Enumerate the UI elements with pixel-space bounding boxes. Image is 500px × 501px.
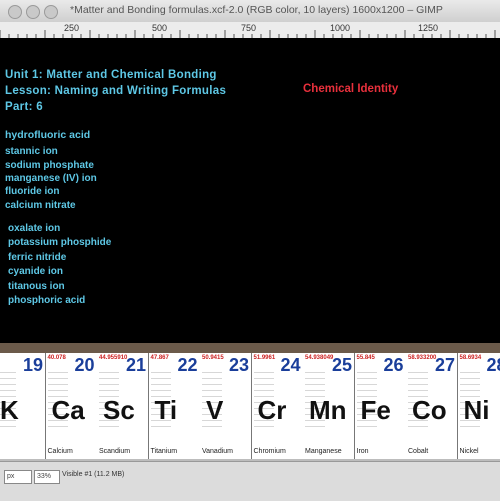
- element-mass: 50.9415: [202, 355, 224, 361]
- slide-heading-part: Part: 6: [5, 101, 43, 113]
- element-name: Manganese: [305, 448, 342, 455]
- ruler-label: 1000: [330, 23, 350, 33]
- element-cell: 40.078 20 Ca Calcium: [46, 353, 98, 459]
- element-mass: 47.867: [151, 355, 169, 361]
- element-mass: 55.845: [357, 355, 375, 361]
- close-window-button[interactable]: [8, 5, 22, 19]
- window-titlebar: *Matter and Bonding formulas.xcf-2.0 (RG…: [0, 0, 500, 23]
- element-symbol: Ni: [464, 395, 490, 426]
- ruler-label: 750: [241, 23, 256, 33]
- element-symbol: Co: [412, 395, 447, 426]
- compound-item: sodium phosphate: [5, 160, 94, 171]
- status-bar: px 33% Visible #1 (11.2 MB): [0, 461, 500, 501]
- element-name: Nickel: [460, 448, 479, 455]
- element-number: 23: [229, 355, 249, 376]
- element-mass: 40.078: [48, 355, 66, 361]
- element-number: 20: [74, 355, 94, 376]
- compound-item: manganese (IV) ion: [5, 173, 97, 184]
- element-name: Titanium: [151, 448, 178, 455]
- element-symbol: Sc: [103, 395, 135, 426]
- chemical-identity-heading: Chemical Identity: [303, 83, 398, 95]
- element-symbol: Ca: [52, 395, 85, 426]
- element-mass: 58.933200: [408, 355, 436, 361]
- image-canvas[interactable]: Unit 1: Matter and Chemical Bonding Less…: [0, 38, 500, 343]
- ruler-label: 250: [64, 23, 79, 33]
- slide-heading-lesson: Lesson: Naming and Writing Formulas: [5, 85, 226, 97]
- element-cell: 54.93804925 Mn Manganese: [303, 353, 355, 459]
- element-symbol: Fe: [361, 395, 391, 426]
- zoom-select[interactable]: 33%: [34, 470, 60, 484]
- element-cell: 51.9961 24 Cr Chromium: [252, 353, 304, 459]
- element-number: 26: [383, 355, 403, 376]
- element-cell: 58.6934 28 Ni Nickel: [458, 353, 500, 459]
- element-symbol: Mn: [309, 395, 347, 426]
- element-name: Scandium: [99, 448, 130, 455]
- element-name: Iron: [357, 448, 369, 455]
- slide-heading-unit: Unit 1: Matter and Chemical Bonding: [5, 69, 217, 81]
- element-symbol: K: [0, 395, 19, 426]
- compound-item: oxalate ion: [8, 223, 60, 234]
- compound-item: ferric nitride: [8, 252, 66, 263]
- ruler-label: 1250: [418, 23, 438, 33]
- element-number: 25: [332, 355, 352, 376]
- element-name: Calcium: [48, 448, 73, 455]
- compound-item: titanous ion: [8, 281, 65, 292]
- element-cell: 55.845 26 Fe Iron: [355, 353, 407, 459]
- element-cell: 58.93320027 Co Cobalt: [406, 353, 458, 459]
- element-number: 27: [435, 355, 455, 376]
- element-number: 19: [23, 355, 43, 376]
- compound-item: hydrofluoric acid: [5, 129, 90, 141]
- element-name: Cobalt: [408, 448, 428, 455]
- element-mass: 51.9961: [254, 355, 276, 361]
- compound-item: calcium nitrate: [5, 200, 76, 211]
- element-symbol: V: [206, 395, 223, 426]
- window-title: *Matter and Bonding formulas.xcf-2.0 (RG…: [70, 4, 443, 16]
- periodic-table-strip: 19K40.07820CaCalcium44.95591021ScScandiu…: [0, 343, 500, 461]
- element-number: 24: [280, 355, 300, 376]
- compound-item: stannic ion: [5, 146, 58, 157]
- zoom-window-button[interactable]: [44, 5, 58, 19]
- element-name: Vanadium: [202, 448, 233, 455]
- element-symbol: Cr: [258, 395, 287, 426]
- element-mass: 44.955910: [99, 355, 127, 361]
- compound-item: potassium phosphide: [8, 237, 111, 248]
- compound-item: cyanide ion: [8, 266, 63, 277]
- unit-select[interactable]: px: [4, 470, 32, 484]
- horizontal-ruler[interactable]: 250 500 750 1000 1250: [0, 22, 500, 39]
- element-cell: 50.9415 23 V Vanadium: [200, 353, 252, 459]
- element-number: 22: [177, 355, 197, 376]
- element-symbol: Ti: [155, 395, 178, 426]
- status-message: Visible #1 (11.2 MB): [62, 471, 124, 478]
- element-number: 21: [126, 355, 146, 376]
- compound-item: phosphoric acid: [8, 295, 85, 306]
- compound-item: fluoride ion: [5, 186, 59, 197]
- element-name: Chromium: [254, 448, 286, 455]
- element-mass: 54.938049: [305, 355, 333, 361]
- element-cell: 19K: [0, 353, 46, 459]
- element-cell: 44.95591021 Sc Scandium: [97, 353, 149, 459]
- minimize-window-button[interactable]: [26, 5, 40, 19]
- element-cell: 47.867 22 Ti Titanium: [149, 353, 201, 459]
- ruler-label: 500: [152, 23, 167, 33]
- element-mass: 58.6934: [460, 355, 482, 361]
- element-number: 28: [486, 355, 500, 376]
- photo-strip: [0, 343, 500, 353]
